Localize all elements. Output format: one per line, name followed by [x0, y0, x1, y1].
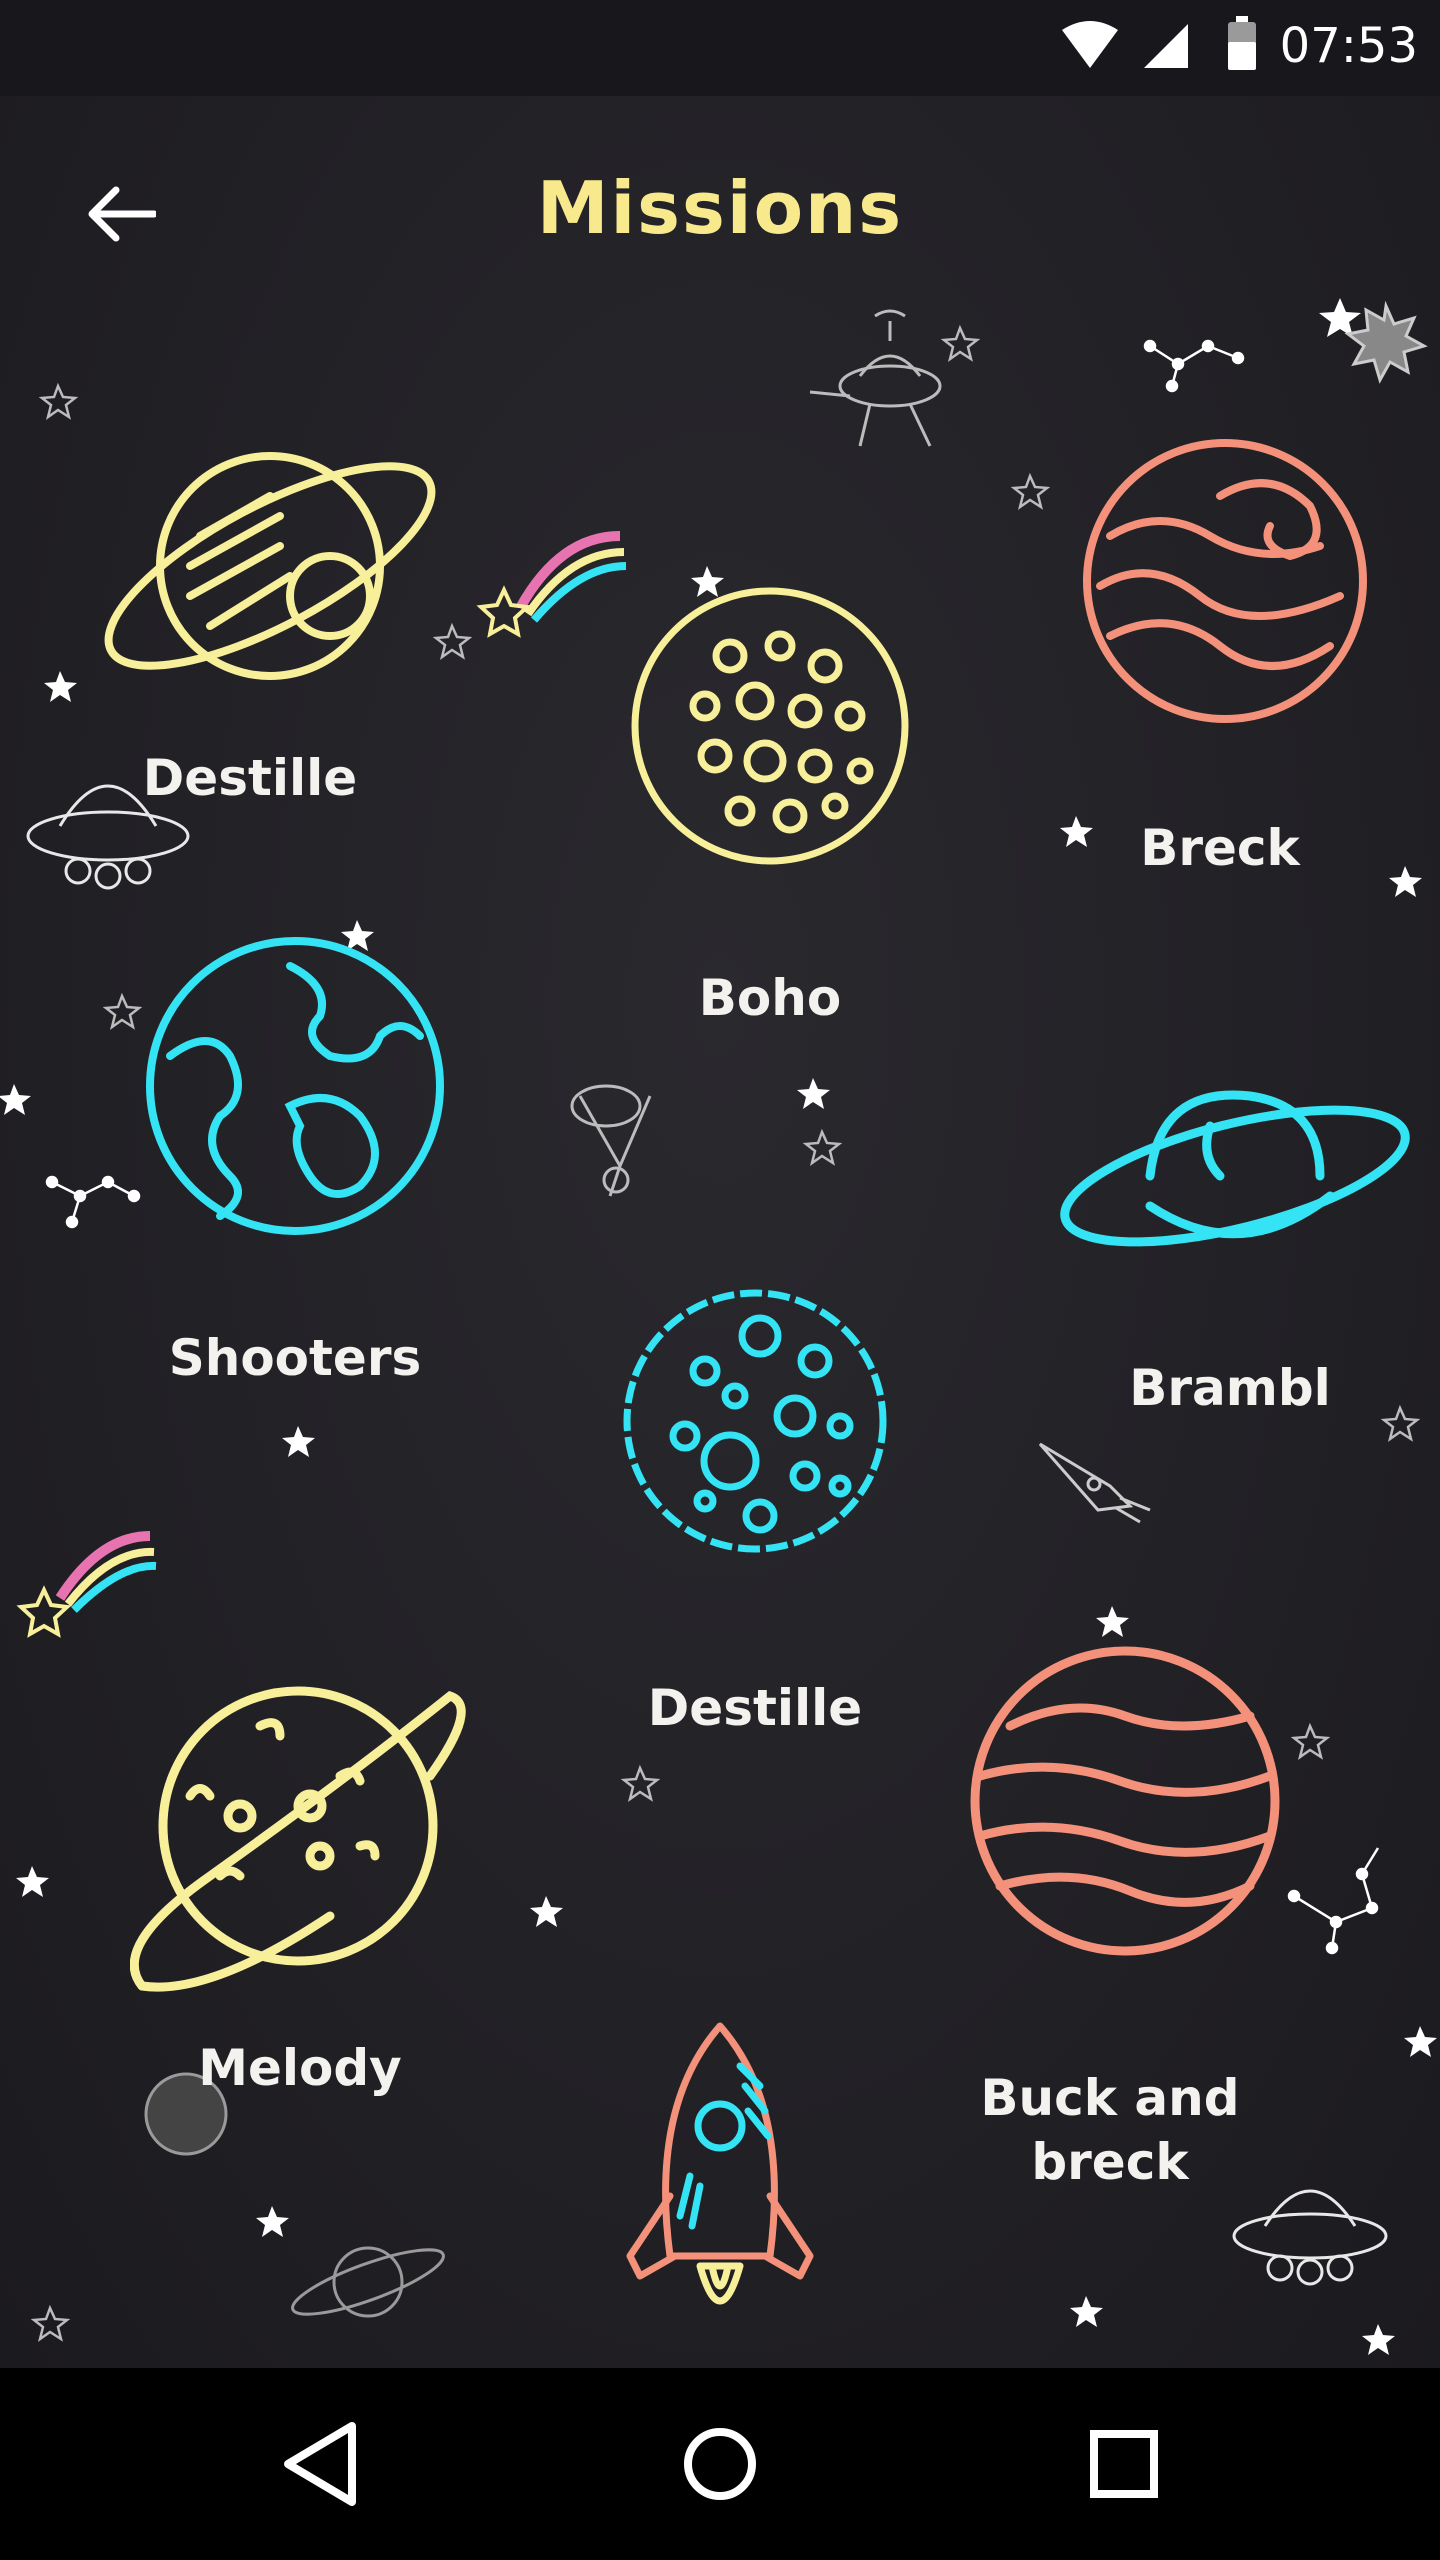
battery-icon — [1226, 16, 1258, 76]
mission-label: Brambl — [1129, 1359, 1331, 1417]
mission-buck-and-breck[interactable]: Buck and breck — [960, 1636, 1290, 2216]
home-circle-icon — [670, 2428, 770, 2518]
swirl-planet-icon — [1070, 426, 1370, 726]
mission-breck[interactable]: Breck — [1070, 426, 1370, 886]
saturn-icon — [1050, 1016, 1420, 1316]
nav-home-button[interactable] — [670, 2414, 770, 2514]
mission-shooters[interactable]: Shooters — [140, 926, 460, 1396]
crater-planet-icon — [620, 576, 920, 876]
mission-label: Buck and breck — [980, 2069, 1240, 2191]
wifi-icon — [1060, 20, 1120, 74]
back-triangle-icon — [270, 2422, 370, 2518]
status-bar: 07:53 — [0, 0, 1440, 96]
mission-label: Boho — [698, 969, 842, 1027]
mission-destille[interactable]: Destille — [80, 376, 440, 836]
mission-brambl[interactable]: Brambl — [1050, 1016, 1420, 1456]
ringed-planet-icon — [80, 376, 440, 736]
nav-back-button[interactable] — [270, 2414, 370, 2514]
recents-square-icon — [1074, 2430, 1174, 2518]
status-time: 07:53 — [1279, 18, 1418, 74]
spotted-ringed-planet-icon — [130, 1676, 470, 2006]
nav-recents-button[interactable] — [1074, 2414, 1174, 2514]
moon-icon — [610, 1276, 900, 1566]
mission-label: Destille — [647, 1679, 863, 1737]
earth-icon — [140, 926, 460, 1246]
mission-label: Breck — [1140, 819, 1300, 877]
striped-planet-icon — [960, 1636, 1290, 1966]
cell-signal-icon — [1142, 20, 1192, 74]
mission-melody[interactable]: Melody — [130, 1676, 470, 2116]
mission-label: Melody — [198, 2039, 402, 2097]
mission-boho[interactable]: Boho — [620, 576, 920, 1027]
missions-screen: Missions Destille Boho Breck Shooters Br… — [0, 96, 1440, 2368]
mission-destille-2[interactable]: Destille — [610, 1276, 900, 1756]
mission-label: Shooters — [168, 1329, 422, 1387]
navigation-bar — [0, 2368, 1440, 2560]
rocket-icon — [610, 2016, 830, 2360]
mission-label: Destille — [142, 749, 358, 807]
